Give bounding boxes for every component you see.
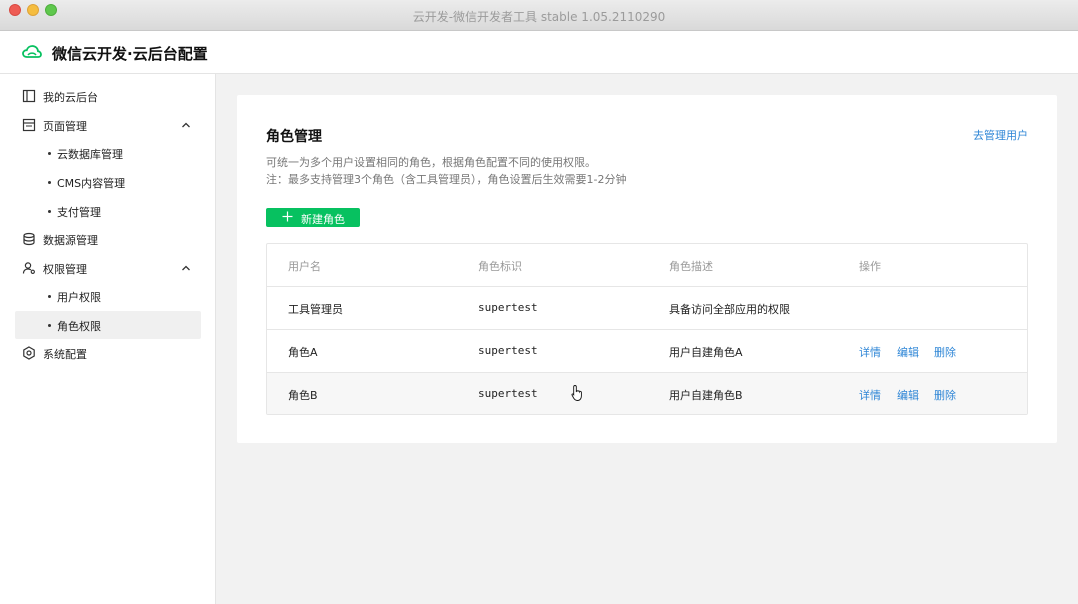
- user-permission-icon: [22, 262, 35, 274]
- sidebar-item-cms[interactable]: CMS内容管理: [15, 168, 201, 196]
- new-role-button[interactable]: 新建角色: [266, 208, 360, 227]
- chevron-up-icon: [182, 265, 190, 271]
- sidebar-item-system-config[interactable]: 系统配置: [15, 339, 201, 367]
- table-row: 角色A supertest 用户自建角色A 详情 编辑 删除: [267, 330, 1027, 373]
- sidebar-item-label: 页面管理: [43, 120, 87, 133]
- role-id: supertest: [478, 387, 538, 400]
- sidebar-item-my-cloud-backend[interactable]: 我的云后台: [15, 82, 201, 110]
- role-name: 工具管理员: [288, 303, 343, 316]
- sidebar-item-label: 支付管理: [57, 206, 101, 219]
- page-title: 角色管理: [266, 129, 322, 145]
- details-link[interactable]: 详情: [859, 387, 881, 403]
- new-role-button-label: 新建角色: [301, 213, 345, 226]
- role-name: 角色A: [288, 346, 318, 359]
- table-row: 工具管理员 supertest 具备访问全部应用的权限: [267, 287, 1027, 330]
- panel-icon: [22, 89, 36, 103]
- delete-link[interactable]: 删除: [934, 344, 956, 360]
- bullet-icon: [48, 152, 51, 155]
- column-header-actions: 操作: [859, 260, 881, 273]
- sidebar-item-role-permission[interactable]: 角色权限: [15, 311, 201, 339]
- role-desc: 用户自建角色B: [669, 389, 743, 402]
- details-link[interactable]: 详情: [859, 344, 881, 360]
- sidebar-item-payment[interactable]: 支付管理: [15, 197, 201, 225]
- bullet-icon: [48, 181, 51, 184]
- page-icon: [22, 118, 36, 132]
- column-header-role-desc: 角色描述: [669, 260, 713, 273]
- role-desc: 用户自建角色A: [669, 346, 743, 359]
- app-header: 微信云开发·云后台配置: [0, 31, 1078, 74]
- sidebar-item-page-management[interactable]: 页面管理: [15, 111, 201, 139]
- gear-icon: [23, 346, 35, 360]
- note-line: 注：最多支持管理3个角色（含工具管理员），角色设置后生效需要1-2分钟: [266, 173, 627, 186]
- sidebar-item-user-permission[interactable]: 用户权限: [15, 282, 201, 310]
- role-id: supertest: [478, 344, 538, 357]
- sidebar-item-cloud-database[interactable]: 云数据库管理: [15, 139, 201, 167]
- sidebar-item-label: 云数据库管理: [57, 148, 123, 161]
- sidebar-item-label: 用户权限: [57, 291, 101, 304]
- app-title: 微信云开发·云后台配置: [52, 45, 208, 63]
- edit-link[interactable]: 编辑: [897, 344, 919, 360]
- role-id: supertest: [478, 301, 538, 314]
- manage-users-link[interactable]: 去管理用户: [973, 127, 1028, 143]
- delete-link[interactable]: 删除: [934, 387, 956, 403]
- sidebar: 我的云后台 页面管理 云数据库管理 CMS内容管理 支付管理 数据源管理 权限管…: [0, 74, 216, 604]
- column-header-role-id: 角色标识: [478, 260, 522, 273]
- role-desc: 具备访问全部应用的权限: [669, 303, 790, 316]
- cloud-logo-icon: [22, 45, 42, 58]
- role-name: 角色B: [288, 389, 318, 402]
- hand-cursor-icon: [571, 385, 582, 401]
- table-header-row: 用户名 角色标识 角色描述 操作: [267, 244, 1027, 287]
- column-header-username: 用户名: [288, 260, 321, 273]
- plus-icon: [282, 211, 293, 222]
- sidebar-item-label: 数据源管理: [43, 234, 98, 247]
- window-titlebar: 云开发-微信开发者工具 stable 1.05.2110290: [0, 0, 1078, 31]
- role-management-card: 角色管理 去管理用户 可统一为多个用户设置相同的角色，根据角色配置不同的使用权限…: [237, 95, 1057, 443]
- bullet-icon: [48, 324, 51, 327]
- sidebar-item-label: 我的云后台: [43, 91, 98, 104]
- window-title: 云开发-微信开发者工具 stable 1.05.2110290: [412, 10, 666, 24]
- edit-link[interactable]: 编辑: [897, 387, 919, 403]
- bullet-icon: [48, 295, 51, 298]
- bullet-icon: [48, 210, 51, 213]
- description-line: 可统一为多个用户设置相同的角色，根据角色配置不同的使用权限。: [266, 156, 596, 169]
- sidebar-item-permission-management[interactable]: 权限管理: [15, 254, 201, 282]
- roles-table: 用户名 角色标识 角色描述 操作 工具管理员 supertest 具备访问全部应…: [266, 243, 1028, 415]
- chevron-up-icon: [182, 122, 190, 128]
- sidebar-item-label: CMS内容管理: [57, 177, 126, 190]
- sidebar-item-label: 角色权限: [57, 320, 101, 333]
- sidebar-item-label: 系统配置: [43, 348, 87, 361]
- sidebar-item-data-source[interactable]: 数据源管理: [15, 225, 201, 253]
- table-row: 角色B supertest 用户自建角色B 详情 编辑 删除: [267, 373, 1027, 414]
- database-icon: [23, 232, 35, 246]
- sidebar-item-label: 权限管理: [43, 263, 87, 276]
